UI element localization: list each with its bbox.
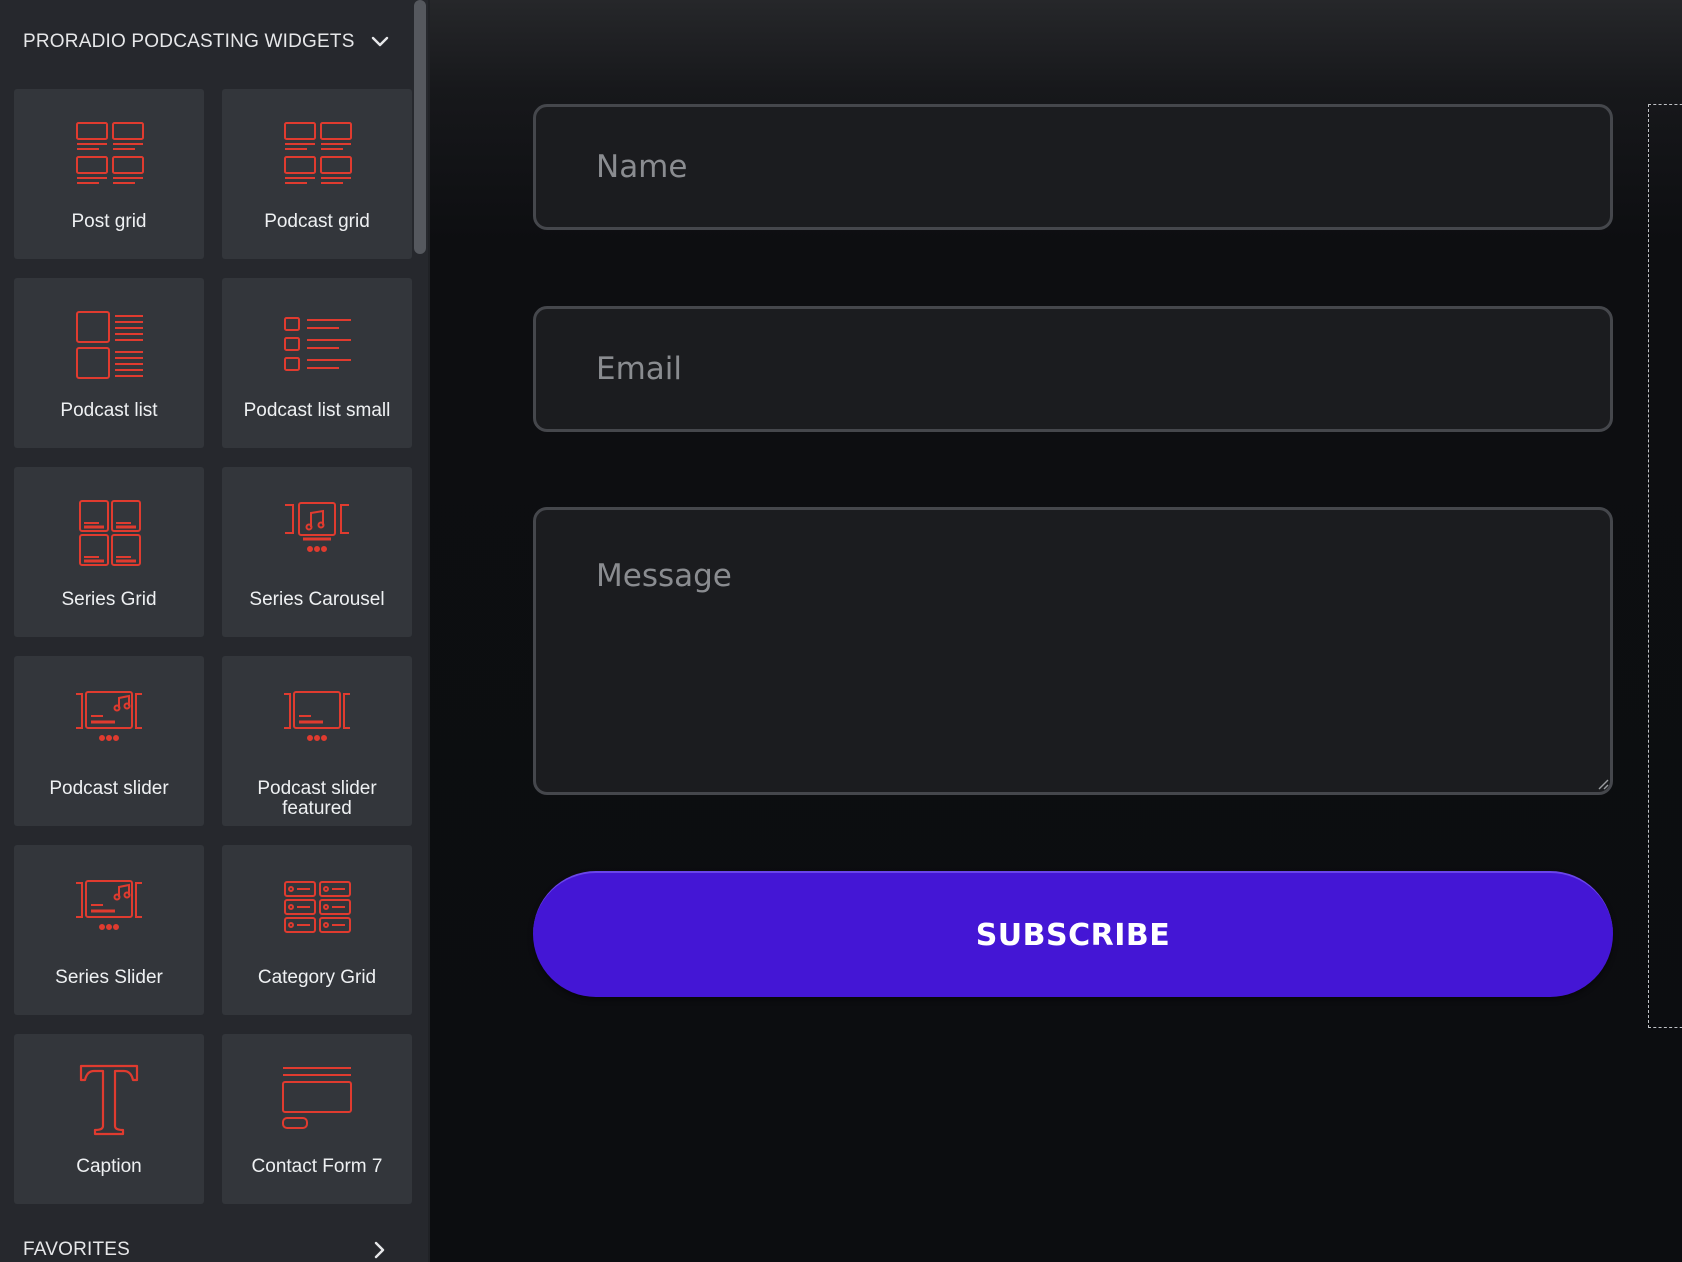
widget-label: Series Carousel	[249, 589, 385, 610]
contact-form-icon	[277, 1060, 357, 1140]
widget-label: Series Slider	[55, 967, 163, 988]
series-carousel-icon	[277, 493, 357, 573]
section-title: FAVORITES	[23, 1239, 131, 1260]
podcast-list-small-icon	[277, 304, 357, 384]
widget-label: Category Grid	[257, 967, 377, 988]
widget-post-grid[interactable]: Post grid	[14, 89, 204, 259]
widget-label: Podcast slider	[49, 778, 169, 799]
section-header-proradio[interactable]: PRORADIO PODCASTING WIDGETS	[0, 12, 412, 72]
series-slider-icon	[69, 871, 149, 951]
series-grid-icon	[69, 493, 149, 573]
widget-series-slider[interactable]: Series Slider	[14, 845, 204, 1015]
podcast-grid-icon	[277, 115, 357, 195]
widget-label: Post grid	[71, 211, 147, 232]
podcast-slider-icon	[69, 682, 149, 762]
preview-canvas: SUBSCRIBE	[430, 0, 1682, 1262]
chevron-right-icon	[370, 1240, 390, 1260]
widget-panel: PRORADIO PODCASTING WIDGETS Post grid Po…	[0, 0, 430, 1262]
post-grid-icon	[69, 115, 149, 195]
column-outline	[1648, 104, 1682, 1028]
resize-grip-icon[interactable]	[1597, 777, 1609, 790]
subscribe-button[interactable]: SUBSCRIBE	[533, 871, 1613, 997]
widget-label: Podcast slider featured	[257, 778, 377, 819]
widget-contact-form-7[interactable]: Contact Form 7	[222, 1034, 412, 1204]
widget-category-grid[interactable]: Category Grid	[222, 845, 412, 1015]
email-field[interactable]	[533, 306, 1613, 432]
widget-label: Podcast grid	[264, 211, 370, 232]
chevron-down-icon	[370, 32, 390, 52]
message-field[interactable]	[533, 507, 1613, 795]
podcast-list-icon	[69, 304, 149, 384]
widget-label: Series Grid	[61, 589, 157, 610]
category-grid-icon	[277, 871, 357, 951]
widget-caption[interactable]: Caption	[14, 1034, 204, 1204]
name-field[interactable]	[533, 104, 1613, 230]
widget-label: Podcast list	[60, 400, 158, 421]
section-title: PRORADIO PODCASTING WIDGETS	[23, 31, 355, 52]
widget-label: Contact Form 7	[251, 1156, 383, 1177]
sidebar-scrollbar[interactable]	[414, 0, 426, 254]
widget-label: Caption	[76, 1156, 142, 1177]
widget-podcast-list-small[interactable]: Podcast list small	[222, 278, 412, 448]
widget-podcast-slider[interactable]: Podcast slider	[14, 656, 204, 826]
widget-series-grid[interactable]: Series Grid	[14, 467, 204, 637]
section-header-favorites[interactable]: FAVORITES	[0, 1220, 412, 1262]
podcast-slider-featured-icon	[277, 682, 357, 762]
widget-podcast-grid[interactable]: Podcast grid	[222, 89, 412, 259]
caption-icon	[69, 1060, 149, 1140]
widget-grid: Post grid Podcast grid Podcast list Podc…	[14, 89, 412, 1204]
widget-podcast-slider-featured[interactable]: Podcast slider featured	[222, 656, 412, 826]
widget-series-carousel[interactable]: Series Carousel	[222, 467, 412, 637]
widget-label: Podcast list small	[243, 400, 391, 421]
widget-podcast-list[interactable]: Podcast list	[14, 278, 204, 448]
